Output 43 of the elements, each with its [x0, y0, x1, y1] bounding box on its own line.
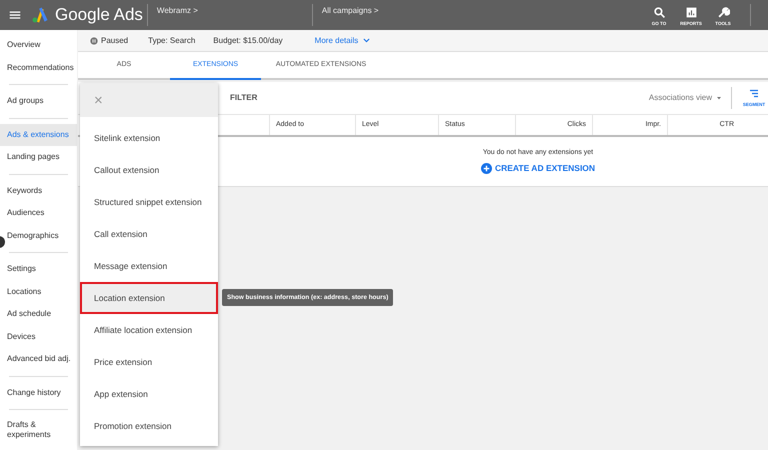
campaign-breadcrumb[interactable]: All campaigns > [322, 5, 379, 17]
sidebar-item[interactable]: Change history [6, 382, 77, 404]
segment-icon [748, 88, 760, 100]
campaign-type: Type: Search [148, 34, 196, 46]
chevron-down-icon[interactable] [362, 36, 372, 45]
menu-item[interactable]: Structured snippet extension [80, 186, 218, 218]
brand-name: Google Ads [55, 4, 143, 26]
sidebar-item[interactable]: Demographics [6, 224, 77, 247]
plus-circle-icon [480, 163, 492, 174]
sidebar-item[interactable]: Ad groups [6, 90, 77, 112]
sidebar-item[interactable]: Overview [6, 34, 77, 56]
create-extension-link[interactable]: CREATE AD EXTENSION [480, 162, 596, 176]
menu-item[interactable]: Call extension [80, 218, 218, 250]
sidebar-item[interactable]: Ad schedule [6, 303, 77, 326]
more-details-link[interactable]: More details [314, 34, 358, 46]
sidebar-item[interactable]: Devices [6, 326, 77, 348]
sidebar-item[interactable]: Audiences [6, 202, 77, 224]
filter-button[interactable]: FILTER [230, 92, 258, 104]
sidebar-item[interactable]: Keywords [6, 180, 77, 202]
search-icon [652, 6, 666, 19]
caret-icon [715, 94, 723, 102]
bar-chart-icon [684, 6, 698, 19]
menu-item[interactable]: Affiliate location extension [80, 314, 218, 346]
budget-label: Budget: $15.00/day [213, 34, 283, 46]
menu-item[interactable]: Price extension [80, 346, 218, 378]
menu-item[interactable]: Message extension [80, 250, 218, 282]
view-dropdown[interactable]: Associations view [648, 92, 723, 104]
status-label: Paused [101, 34, 128, 46]
sidebar-item[interactable]: Recommendations [6, 56, 77, 79]
menu-item[interactable]: Callout extension [80, 154, 218, 186]
sidebar-item[interactable]: Landing pages [6, 146, 77, 168]
sidebar-item[interactable]: Settings [6, 258, 77, 280]
sidebar-item[interactable]: Advanced bid adj. [6, 348, 77, 370]
menu-item[interactable]: Location extension [80, 282, 218, 314]
pause-icon [90, 36, 98, 44]
logo-icon [30, 5, 50, 25]
sidebar-item[interactable]: Drafts & experiments [6, 415, 77, 445]
sidebar-item[interactable]: Ads & extensions [0, 124, 77, 146]
account-breadcrumb[interactable]: Webramz > [156, 5, 303, 17]
menu-item[interactable]: Promotion extension [80, 410, 218, 442]
sidebar-item[interactable]: Locations [6, 280, 77, 303]
menu-item[interactable]: App extension [80, 378, 218, 410]
menu-item[interactable]: Sitelink extension [80, 122, 218, 154]
